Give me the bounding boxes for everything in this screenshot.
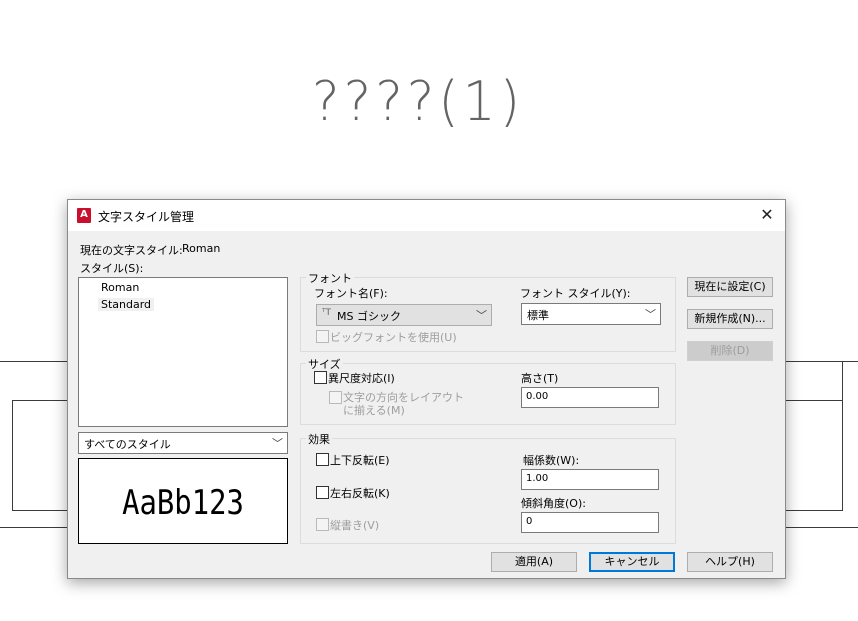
- style-list-item[interactable]: Roman: [101, 281, 139, 294]
- style-list-item-selected[interactable]: Standard: [98, 298, 155, 311]
- current-style-value: Roman: [182, 242, 221, 255]
- font-style-dropdown[interactable]: 標準 ﹀: [521, 303, 661, 325]
- effects-group-title: 効果: [306, 431, 332, 447]
- width-factor-input[interactable]: 1.00: [521, 469, 659, 490]
- chevron-down-icon: ﹀: [645, 308, 656, 321]
- truetype-font-icon: ᵀT: [322, 308, 331, 318]
- match-orientation-checkbox[interactable]: [329, 391, 342, 404]
- vertical-label: 縦書き(V): [330, 519, 380, 532]
- style-preview: AaBb123: [78, 458, 288, 544]
- new-style-button[interactable]: 新規作成(N)...: [687, 309, 773, 329]
- drawing-line: [12, 400, 68, 401]
- font-name-value: MS ゴシック: [337, 310, 401, 323]
- close-button[interactable]: ✕: [755, 204, 779, 226]
- oblique-angle-input[interactable]: 0: [521, 512, 659, 533]
- match-orientation-label-line2: に揃える(M): [343, 404, 405, 417]
- height-label: 高さ(T): [521, 372, 559, 385]
- chevron-down-icon: ﹀: [476, 309, 487, 322]
- set-current-button[interactable]: 現在に設定(C): [687, 277, 773, 297]
- vertical-checkbox[interactable]: [316, 518, 329, 531]
- backwards-checkbox[interactable]: [316, 486, 329, 499]
- font-name-label: フォント名(F):: [314, 287, 388, 300]
- help-button[interactable]: ヘルプ(H): [687, 552, 773, 572]
- width-factor-label: 幅係数(W):: [523, 454, 580, 467]
- close-icon: ✕: [760, 205, 774, 224]
- drawing-line: [12, 510, 68, 511]
- cancel-button[interactable]: キャンセル: [589, 552, 675, 572]
- font-style-label: フォント スタイル(Y):: [520, 287, 631, 300]
- dialog-title: 文字スタイル管理: [98, 210, 195, 224]
- drawing-line: [842, 361, 843, 511]
- height-value: 0.00: [526, 391, 549, 402]
- bigfont-checkbox[interactable]: [316, 330, 329, 343]
- annotative-checkbox[interactable]: [314, 371, 327, 384]
- font-name-dropdown[interactable]: ᵀT MS ゴシック ﹀: [316, 304, 492, 326]
- apply-button[interactable]: 適用(A): [491, 552, 577, 572]
- current-style-label: 現在の文字スタイル:: [80, 244, 183, 257]
- style-listbox[interactable]: Roman Standard: [78, 277, 288, 427]
- drawing-line: [12, 400, 13, 510]
- styles-label: スタイル(S):: [80, 262, 144, 275]
- chevron-down-icon: ﹀: [272, 437, 283, 450]
- font-style-value: 標準: [527, 309, 549, 322]
- drawing-title-text: ????(1): [312, 70, 525, 134]
- font-group-title: フォント: [306, 270, 354, 286]
- backwards-label: 左右反転(K): [330, 487, 390, 500]
- width-factor-value: 1.00: [526, 473, 549, 484]
- height-input[interactable]: 0.00: [521, 387, 659, 408]
- annotative-label: 異尺度対応(I): [328, 372, 395, 385]
- delete-style-button[interactable]: 削除(D): [687, 341, 773, 361]
- upside-down-checkbox[interactable]: [316, 453, 329, 466]
- bigfont-label: ビッグフォントを使用(U): [330, 331, 457, 344]
- preview-text: AaBb123: [122, 483, 244, 523]
- dialog-titlebar[interactable]: A 文字スタイル管理 ✕: [68, 200, 785, 231]
- upside-down-label: 上下反転(E): [330, 454, 390, 467]
- drawing-line: [784, 400, 842, 401]
- autocad-app-icon: A: [77, 208, 91, 223]
- style-filter-dropdown[interactable]: すべてのスタイル ﹀: [78, 432, 288, 454]
- style-filter-value: すべてのスタイル: [84, 438, 171, 451]
- oblique-angle-label: 傾斜角度(O):: [521, 497, 586, 510]
- text-style-dialog: A 文字スタイル管理 ✕ 現在の文字スタイル: Roman スタイル(S): R…: [67, 199, 786, 579]
- oblique-angle-value: 0: [526, 516, 533, 527]
- drawing-line: [784, 510, 842, 511]
